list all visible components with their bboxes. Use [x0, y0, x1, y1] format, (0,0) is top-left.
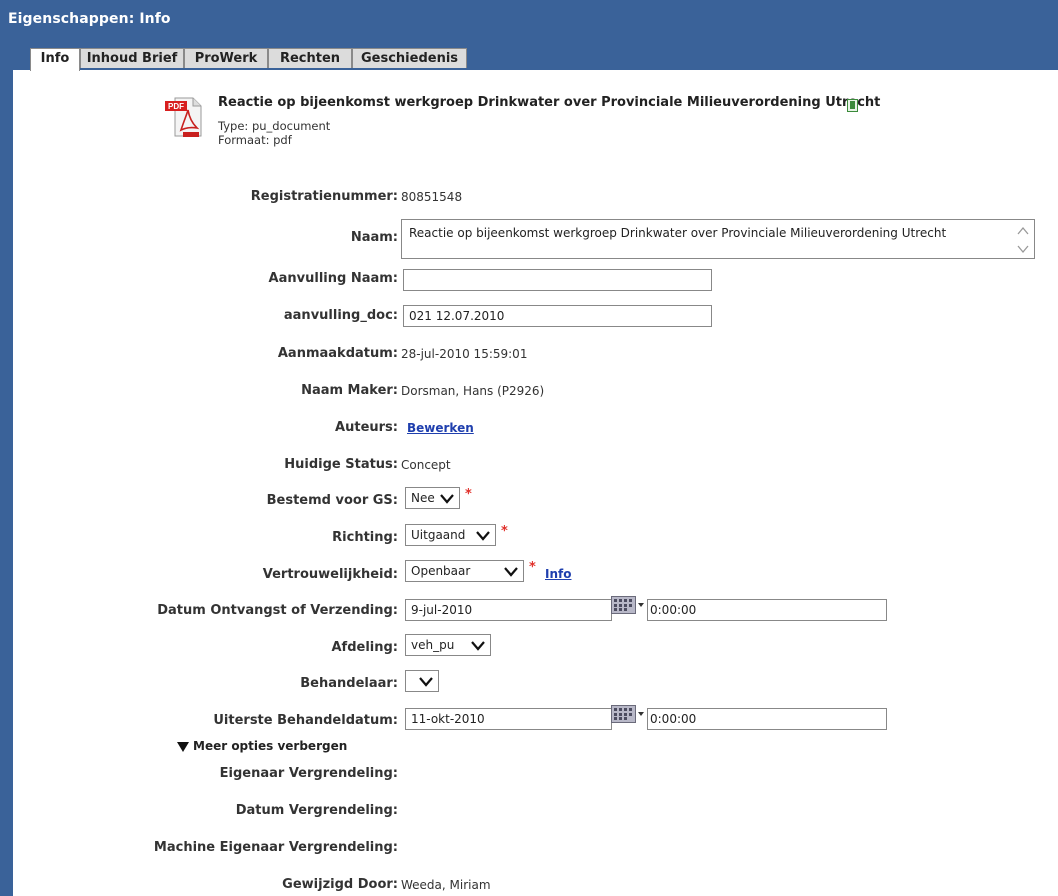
naam-maker-label: Naam Maker:: [301, 383, 398, 398]
bestemd-voor-gs-select[interactable]: Nee: [405, 487, 460, 509]
tab-rechten-label: Rechten: [279, 51, 341, 66]
gewijzigd-door-value: Weeda, Miriam: [401, 878, 491, 892]
afdeling-select[interactable]: veh_pu: [405, 634, 491, 656]
chevron-down-icon: [419, 677, 433, 687]
aanmaakdatum-label: Aanmaakdatum:: [277, 346, 398, 361]
calendar-icon[interactable]: [611, 705, 645, 723]
window-titlebar: Eigenschappen: Info: [0, 0, 1058, 40]
afdeling-label: Afdeling:: [331, 640, 398, 655]
window-title: Eigenschappen: Info: [8, 11, 171, 27]
huidige-status-value: Concept: [401, 458, 451, 472]
aanvulling-doc-label: aanvulling_doc:: [283, 308, 398, 323]
auteurs-label: Auteurs:: [335, 420, 398, 435]
pdf-icon: PDF: [163, 94, 209, 144]
tab-inhoud-brief[interactable]: Inhoud Brief: [80, 48, 184, 68]
richting-label: Richting:: [332, 530, 398, 545]
gewijzigd-door-label: Gewijzigd Door:: [282, 877, 398, 892]
eigenaar-vergrendeling-label: Eigenaar Vergrendeling:: [219, 766, 398, 781]
huidige-status-label: Huidige Status:: [284, 457, 398, 472]
datum-vergrendeling-label: Datum Vergrendeling:: [235, 803, 398, 818]
tab-geschiedenis[interactable]: Geschiedenis: [352, 48, 467, 68]
vertrouwelijkheid-select[interactable]: Openbaar: [405, 560, 524, 582]
aanvulling-doc-input[interactable]: 021 12.07.2010: [403, 305, 712, 327]
chevron-down-icon: [476, 531, 490, 541]
naam-maker-value: Dorsman, Hans (P2926): [401, 384, 545, 398]
chevron-down-icon: [504, 567, 518, 577]
datum-ontvangst-label: Datum Ontvangst of Verzending:: [157, 603, 398, 618]
bewerken-link[interactable]: Bewerken: [407, 421, 474, 435]
svg-text:PDF: PDF: [168, 102, 184, 111]
vertrouwelijkheid-value: Openbaar: [411, 564, 471, 578]
uiterste-behandeldatum-date-input[interactable]: 11-okt-2010: [405, 708, 612, 730]
naam-textarea-value: Reactie op bijeenkomst werkgroep Drinkwa…: [409, 226, 947, 240]
document-type: Type: pu_document: [218, 119, 331, 133]
machine-eigenaar-vergrendeling-label: Machine Eigenaar Vergrendeling:: [153, 840, 398, 855]
bestemd-voor-gs-label: Bestemd voor GS:: [266, 493, 398, 508]
uiterste-behandeldatum-time-input[interactable]: 0:00:00: [647, 708, 887, 730]
uiterste-behandeldatum-label: Uiterste Behandeldatum:: [213, 713, 398, 728]
content-panel: [13, 70, 1058, 896]
aanvulling-naam-input[interactable]: [403, 269, 712, 291]
aanmaakdatum-value: 28-jul-2010 15:59:01: [401, 347, 528, 361]
naam-textarea[interactable]: Reactie op bijeenkomst werkgroep Drinkwa…: [401, 219, 1035, 259]
tab-info-label: Info: [40, 51, 70, 66]
behandelaar-label: Behandelaar:: [300, 676, 398, 691]
registratienummer-value: 80851548: [401, 190, 463, 204]
bookmark-icon[interactable]: [847, 97, 858, 112]
bestemd-voor-gs-value: Nee: [411, 491, 435, 505]
tab-inhoud-brief-label: Inhoud Brief: [86, 51, 178, 66]
meer-opties-label: Meer opties verbergen: [193, 739, 348, 753]
vertrouwelijkheid-label: Vertrouwelijkheid:: [262, 567, 398, 582]
required-marker: *: [501, 524, 508, 539]
datum-ontvangst-time-input[interactable]: 0:00:00: [647, 599, 887, 621]
tab-prowerk[interactable]: ProWerk: [184, 48, 268, 68]
document-format: Formaat: pdf: [218, 133, 292, 147]
afdeling-value: veh_pu: [411, 638, 455, 652]
tab-rechten[interactable]: Rechten: [268, 48, 352, 68]
scrollbar[interactable]: [1016, 224, 1030, 256]
datum-ontvangst-date-input[interactable]: 9-jul-2010: [405, 599, 612, 621]
naam-label: Naam:: [350, 230, 398, 245]
tab-geschiedenis-label: Geschiedenis: [360, 51, 459, 66]
tab-prowerk-label: ProWerk: [194, 51, 258, 66]
document-title: Reactie op bijeenkomst werkgroep Drinkwa…: [218, 95, 881, 110]
calendar-icon[interactable]: [611, 596, 645, 614]
required-marker: *: [529, 560, 536, 575]
richting-select[interactable]: Uitgaand: [405, 524, 496, 546]
registratienummer-label: Registratienummer:: [250, 189, 398, 204]
aanvulling-naam-label: Aanvulling Naam:: [268, 271, 398, 286]
required-marker: *: [465, 487, 472, 502]
tab-info[interactable]: Info: [30, 48, 80, 71]
info-link[interactable]: Info: [545, 567, 571, 581]
triangle-down-icon: [177, 742, 189, 752]
chevron-down-icon: [440, 494, 454, 504]
chevron-down-icon: [471, 641, 485, 651]
richting-value: Uitgaand: [411, 528, 466, 542]
behandelaar-select[interactable]: [405, 670, 439, 692]
